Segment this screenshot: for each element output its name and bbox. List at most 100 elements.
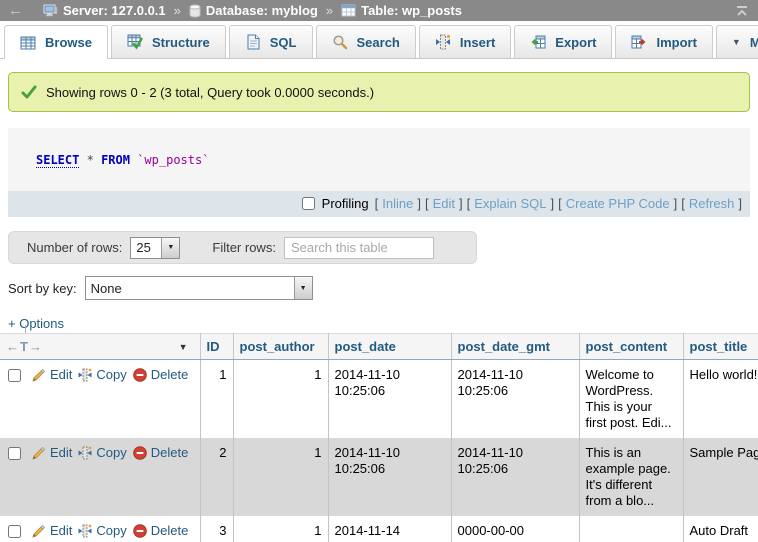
copy-icon (78, 446, 92, 460)
column-header-post-title[interactable]: post_title (683, 334, 758, 360)
breadcrumb-table-link[interactable]: Table: wp_posts (341, 3, 462, 18)
cell-post-author[interactable]: 1 (233, 360, 328, 439)
number-of-rows-select-wrap: 25 ▼ (130, 237, 180, 259)
copy-link[interactable]: Copy (78, 367, 126, 383)
profiling-checkbox[interactable] (302, 197, 315, 210)
cell-post-author[interactable]: 1 (233, 438, 328, 516)
tab-label: SQL (270, 35, 297, 50)
create-php-code-link[interactable]: Create PHP Code (566, 196, 670, 211)
cell-post-title[interactable]: Auto Draft (683, 516, 758, 542)
cell-id[interactable]: 1 (200, 360, 233, 439)
cell-post-date-gmt[interactable]: 2014-11-10 10:25:06 (451, 438, 579, 516)
number-of-rows-select[interactable]: 25 (131, 238, 179, 258)
column-header-post-date[interactable]: post_date (328, 334, 451, 360)
column-visibility-dropdown-icon[interactable]: ▼ (179, 342, 188, 352)
table-row: Edit Copy Delete 3 1 2014-11-14 06:33:38… (0, 516, 758, 542)
cell-post-date[interactable]: 2014-11-14 06:33:38 (328, 516, 451, 542)
filter-rows-input[interactable] (284, 237, 434, 259)
delete-icon (133, 368, 147, 382)
edit-link[interactable]: Edit (31, 367, 72, 383)
edit-link[interactable]: Edit (31, 445, 72, 461)
table-header-row: ←T→ ▼ ID post_author post_date post_date… (0, 334, 758, 360)
cell-post-author[interactable]: 1 (233, 516, 328, 542)
edit-query-link[interactable]: Edit (433, 196, 455, 211)
delete-link[interactable]: Delete (133, 367, 189, 383)
breadcrumb-table-label[interactable]: Table: wp_posts (361, 3, 462, 18)
cell-id[interactable]: 3 (200, 516, 233, 542)
copy-link[interactable]: Copy (78, 523, 126, 539)
copy-label: Copy (96, 445, 126, 461)
cell-id[interactable]: 2 (200, 438, 233, 516)
inline-link[interactable]: Inline (382, 196, 413, 211)
breadcrumb-server-label[interactable]: Server: 127.0.0.1 (63, 3, 166, 18)
cell-post-content[interactable]: Welcome to WordPress. This is your first… (579, 360, 683, 439)
sql-operator: * (87, 153, 94, 167)
column-header-id[interactable]: ID (200, 334, 233, 360)
cell-post-date[interactable]: 2014-11-10 10:25:06 (328, 360, 451, 439)
sort-by-key-select[interactable]: None (86, 277, 312, 299)
explain-sql-link[interactable]: Explain SQL (474, 196, 546, 211)
database-icon (189, 4, 201, 18)
row-actions-cell: Edit Copy Delete (0, 360, 200, 439)
sql-keyword: SELECT (36, 153, 79, 168)
back-icon[interactable]: ← (8, 2, 23, 19)
copy-icon (78, 368, 92, 382)
tab-label: More (750, 35, 758, 50)
column-header-post-content[interactable]: post_content (579, 334, 683, 360)
breadcrumb-server-link[interactable]: Server: 127.0.0.1 (43, 3, 166, 18)
tab-bar: Browse Structure SQL Search Insert Expor… (0, 21, 758, 59)
tab-export[interactable]: Export (514, 25, 612, 58)
sort-by-key-select-wrap: None ▼ (85, 276, 313, 300)
row-select-checkbox[interactable] (8, 447, 21, 460)
cell-post-title[interactable]: Sample Page (683, 438, 758, 516)
chevron-down-icon: ▼ (732, 37, 741, 47)
tab-label: Browse (45, 35, 92, 50)
rows-controls-bar: Number of rows: 25 ▼ Filter rows: (8, 231, 477, 264)
breadcrumb-database-link[interactable]: Database: myblog (189, 3, 318, 18)
edit-link[interactable]: Edit (31, 523, 72, 539)
tab-structure[interactable]: Structure (111, 25, 226, 58)
sort-by-key-label: Sort by key: (8, 281, 77, 296)
cell-post-date[interactable]: 2014-11-10 10:25:06 (328, 438, 451, 516)
column-header-post-author[interactable]: post_author (233, 334, 328, 360)
tee-icon[interactable]: T (20, 339, 29, 354)
copy-icon (78, 524, 92, 538)
table-row: Edit Copy Delete 1 1 2014-11-10 10:25:06… (0, 360, 758, 439)
cell-post-title[interactable]: Hello world! (683, 360, 758, 439)
column-header-post-date-gmt[interactable]: post_date_gmt (451, 334, 579, 360)
column-header-actions: ←T→ ▼ (0, 334, 200, 360)
collapse-top-icon[interactable] (734, 5, 750, 17)
column-browse-widget[interactable]: ←T→ (6, 339, 43, 354)
refresh-link[interactable]: Refresh (689, 196, 735, 211)
result-message-text: Showing rows 0 - 2 (3 total, Query took … (46, 85, 374, 100)
row-select-checkbox[interactable] (8, 525, 21, 538)
cell-post-date-gmt[interactable]: 2014-11-10 10:25:06 (451, 360, 579, 439)
bracket: ] (738, 196, 742, 211)
sql-keyword: FROM (101, 153, 130, 167)
delete-link[interactable]: Delete (133, 445, 189, 461)
tab-import[interactable]: Import (615, 25, 712, 58)
right-arrow-icon[interactable]: → (29, 339, 43, 354)
tab-label: Structure (152, 35, 210, 50)
breadcrumb-database-label[interactable]: Database: myblog (206, 3, 318, 18)
bracket: [ (558, 196, 562, 211)
options-toggle[interactable]: + Options (8, 316, 64, 331)
cell-post-content[interactable]: This is an example page. It's different … (579, 438, 683, 516)
tab-insert[interactable]: Insert (419, 25, 511, 58)
cell-post-content[interactable] (579, 516, 683, 542)
tab-search[interactable]: Search (316, 25, 416, 58)
delete-label: Delete (151, 445, 189, 461)
tab-label: Export (555, 35, 596, 50)
row-actions-cell: Edit Copy Delete (0, 516, 200, 542)
tab-browse[interactable]: Browse (4, 25, 108, 59)
breadcrumb-separator: » (174, 3, 181, 18)
tab-more[interactable]: ▼ More (716, 25, 758, 58)
edit-label: Edit (50, 523, 72, 539)
import-icon (631, 34, 647, 50)
tab-sql[interactable]: SQL (229, 25, 313, 58)
row-select-checkbox[interactable] (8, 369, 21, 382)
cell-post-date-gmt[interactable]: 0000-00-00 00:00:00 (451, 516, 579, 542)
left-arrow-icon[interactable]: ← (6, 339, 20, 354)
copy-link[interactable]: Copy (78, 445, 126, 461)
delete-link[interactable]: Delete (133, 523, 189, 539)
